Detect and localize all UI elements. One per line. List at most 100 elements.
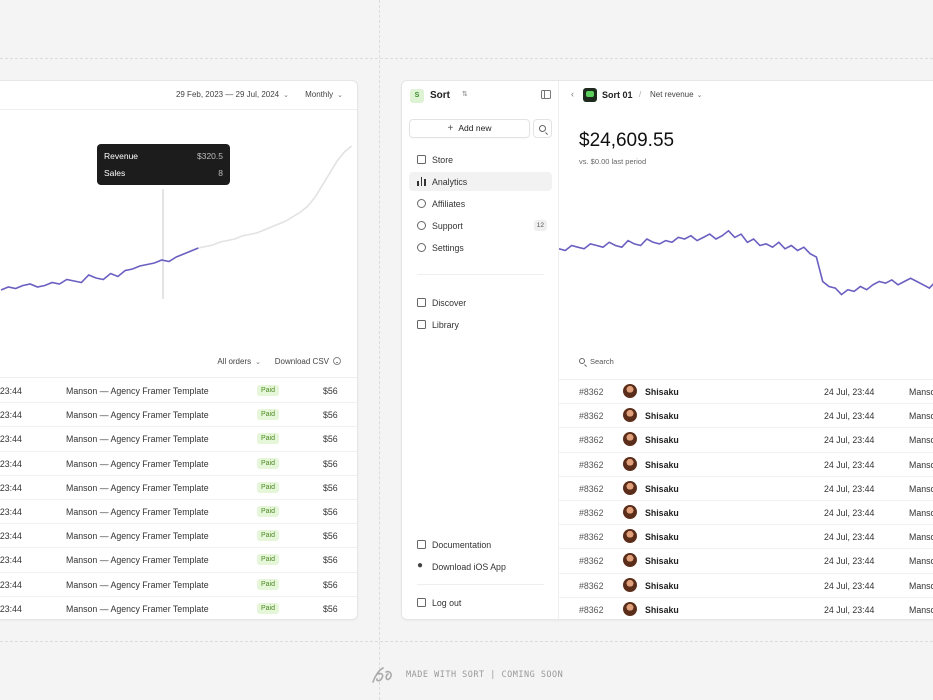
net-revenue-value: $24,609.55	[579, 130, 675, 151]
order-time: l, 23:44	[0, 579, 22, 590]
sidebar-item-affiliates[interactable]: Affiliates	[409, 194, 552, 213]
sidebar-item-label: Settings	[432, 243, 464, 253]
documentation-link[interactable]: Documentation	[409, 535, 552, 554]
search-button[interactable]	[533, 119, 552, 138]
period-select[interactable]: Monthly ⌄	[305, 90, 343, 99]
sidebar-divider	[417, 584, 544, 585]
order-id: #8362	[579, 532, 604, 543]
table-row[interactable]: #8362 Shisaku 24 Jul, 23:44 Manso	[559, 453, 933, 477]
table-row[interactable]: l, 23:44 Manson — Agency Framer Template P…	[0, 573, 357, 597]
orders-filter-select[interactable]: All orders ⌄	[217, 357, 261, 366]
table-row[interactable]: #8362 Shisaku 24 Jul, 23:44 Manso	[559, 380, 933, 405]
order-time: l, 23:44	[0, 458, 22, 469]
table-row[interactable]: l, 23:44 Manson — Agency Framer Template P…	[0, 452, 357, 476]
net-revenue-chart[interactable]	[559, 211, 933, 321]
table-row[interactable]: l, 23:44 Manson — Agency Framer Template P…	[0, 403, 357, 428]
sidebar-item-settings[interactable]: Settings	[409, 238, 552, 257]
table-row[interactable]: #8362 Shisaku 24 Jul, 23:44 Manso	[559, 501, 933, 526]
order-price: $56	[323, 386, 338, 396]
avatar	[623, 408, 637, 423]
order-date: 24 Jul, 23:44	[824, 483, 875, 494]
download-csv-button[interactable]: Download CSV	[275, 357, 341, 366]
customer-name: Shisaku	[645, 435, 679, 446]
apple-icon: ●	[417, 560, 424, 571]
avatar	[623, 432, 637, 447]
tooltip-row-revenue: Revenue $320.5	[104, 151, 223, 165]
sidebar-item-label: Discover	[432, 298, 467, 308]
order-price: $56	[323, 506, 338, 517]
download-ios-app-link[interactable]: ● Download iOS App	[409, 557, 552, 576]
avatar	[623, 529, 637, 544]
chevron-down-icon: ⌄	[255, 359, 261, 366]
table-row[interactable]: l, 23:44 Manson — Agency Framer Template P…	[0, 500, 357, 525]
breadcrumb-store[interactable]: Sort 01	[602, 90, 633, 100]
table-row[interactable]: #8362 Shisaku 24 Jul, 23:44 Manso	[559, 574, 933, 598]
order-id: #8362	[579, 459, 604, 470]
orders-search-placeholder: Search	[590, 357, 614, 366]
guide-line	[0, 641, 933, 642]
table-row[interactable]: #8362 Shisaku 24 Jul, 23:44 Manso	[559, 525, 933, 550]
table-row[interactable]: #8362 Shisaku 24 Jul, 23:44 Manso	[559, 404, 933, 429]
chevron-down-icon: ⌄	[283, 92, 289, 99]
status-badge: Paid	[257, 602, 280, 614]
store-icon	[417, 155, 426, 164]
customer-name: Shisaku	[645, 507, 679, 518]
logout-button[interactable]: Log out	[409, 593, 552, 612]
plus-icon: +	[447, 123, 454, 134]
brand-name: Sort	[430, 90, 450, 101]
actual-series-line	[0, 247, 199, 291]
table-row[interactable]: l, 23:44 Manson — Agency Framer Template P…	[0, 379, 357, 404]
chevron-left-icon[interactable]: ‹	[571, 89, 574, 99]
table-row[interactable]: l, 23:44 Manson — Agency Framer Template P…	[0, 427, 357, 452]
order-product: Manson — Agency Framer Template	[66, 531, 209, 542]
status-badge: Paid	[257, 505, 280, 517]
status-badge: Paid	[257, 578, 280, 590]
table-row[interactable]: l, 23:44 Manson — Agency Framer Template P…	[0, 597, 357, 619]
table-row[interactable]: #8362 Shisaku 24 Jul, 23:44 Manso	[559, 598, 933, 619]
customer-name: Shisaku	[645, 411, 679, 422]
customer-name: Shisaku	[645, 604, 679, 615]
table-row[interactable]: #8362 Shisaku 24 Jul, 23:44 Manso	[559, 549, 933, 574]
orders-panel-header: 29 Feb, 2023 — 29 Jul, 2024 ⌄ Monthly ⌄	[0, 81, 357, 110]
table-row[interactable]: l, 23:44 Manson — Agency Framer Template P…	[0, 524, 357, 549]
sidebar-item-support[interactable]: Support 12	[409, 216, 552, 235]
table-row[interactable]: #8362 Shisaku 24 Jul, 23:44 Manso	[559, 477, 933, 501]
metric-label: Net revenue	[650, 90, 694, 99]
sidebar-item-label: Store	[432, 155, 454, 165]
order-product: Manson — Agency Framer Template	[66, 386, 209, 396]
add-new-button[interactable]: + Add new	[409, 119, 530, 138]
sidebar-toggle-icon[interactable]	[541, 90, 551, 99]
sidebar-item-library[interactable]: Library	[409, 315, 552, 334]
tooltip-label: Sales	[104, 168, 126, 178]
order-date: 24 Jul, 23:44	[824, 580, 875, 591]
metric-select[interactable]: Net revenue ⌄	[650, 90, 702, 99]
status-badge: Paid	[257, 385, 280, 396]
sidebar-item-label: Support	[432, 221, 463, 231]
download-csv-label: Download CSV	[274, 357, 329, 366]
order-product: Manso	[909, 532, 933, 543]
customer-name: Shisaku	[645, 556, 679, 567]
status-badge: Paid	[257, 409, 280, 421]
order-price: $56	[323, 410, 338, 421]
library-icon	[417, 320, 426, 329]
add-new-label: Add new	[458, 123, 492, 133]
order-date: 24 Jul, 23:44	[824, 459, 875, 470]
sidebar-item-discover[interactable]: Discover	[409, 293, 552, 312]
documentation-label: Documentation	[432, 540, 492, 550]
order-product: Manso	[909, 459, 933, 470]
comparison-text: vs. $0.00 last period	[579, 157, 647, 166]
order-product: Manson — Agency Framer Template	[66, 434, 209, 445]
table-row[interactable]: l, 23:44 Manson — Agency Framer Template P…	[0, 548, 357, 573]
order-id: #8362	[579, 580, 604, 591]
order-product: Manso	[909, 411, 933, 422]
orders-search[interactable]: Search	[579, 357, 639, 369]
table-row[interactable]: #8362 Shisaku 24 Jul, 23:44 Manso	[559, 428, 933, 453]
sidebar-item-analytics[interactable]: Analytics	[409, 172, 552, 191]
tooltip-label: Revenue	[104, 151, 139, 161]
search-icon	[579, 358, 585, 364]
table-row[interactable]: l, 23:44 Manson — Agency Framer Template P…	[0, 476, 357, 500]
support-icon	[417, 221, 426, 230]
status-badge: Paid	[257, 457, 280, 469]
date-range-picker[interactable]: 29 Feb, 2023 — 29 Jul, 2024 ⌄	[176, 90, 289, 99]
sidebar-item-store[interactable]: Store	[409, 150, 552, 169]
